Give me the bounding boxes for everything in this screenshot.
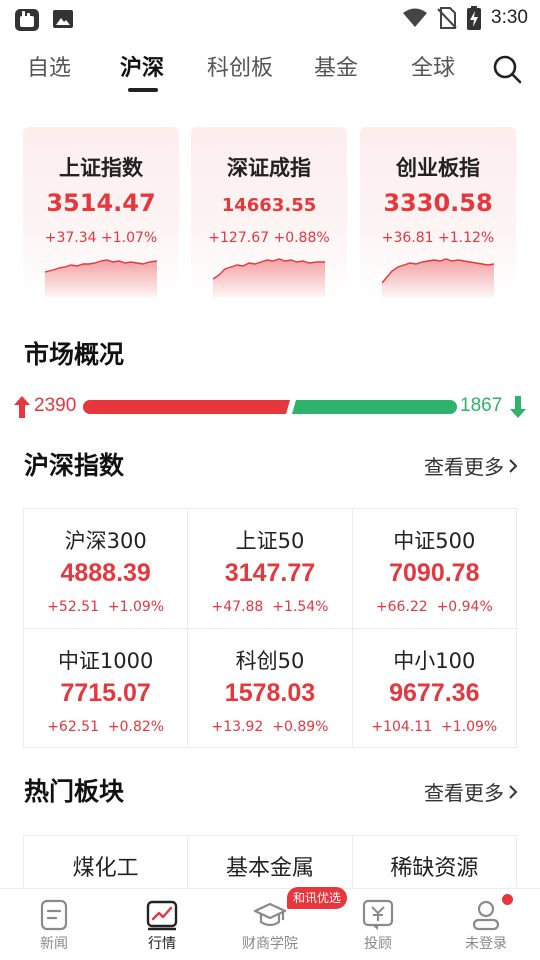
status-bar: 3:30	[0, 0, 540, 36]
graduation-cap-icon	[254, 902, 286, 927]
index-sparkline	[213, 258, 325, 297]
tab-watchlist[interactable]: 自选	[27, 50, 71, 82]
indices-grid: 沪深300 4888.39 +52.51 +1.09% 上证50 3147.77…	[23, 508, 517, 748]
index-card-szse[interactable]: 深证成指 14663.55 +127.67 +0.88%	[191, 127, 347, 297]
index-value: 4888.39	[60, 559, 151, 587]
indices-section-title: 沪深指数	[24, 451, 125, 480]
index-name: 沪深300	[64, 529, 147, 553]
index-change: +127.67 +0.88%	[208, 230, 330, 246]
sector-item[interactable]: 煤化工	[24, 836, 187, 895]
top-tab-bar: 自选 沪深 科创板 基金 全球	[0, 50, 540, 96]
nav-label: 投顾	[364, 936, 392, 952]
more-label: 查看更多	[424, 455, 504, 479]
advisor-yuan-icon	[362, 899, 394, 930]
index-change: +36.81 +1.12%	[381, 230, 495, 246]
index-value: 1578.03	[224, 679, 316, 707]
index-change: +37.34 +1.07%	[44, 230, 158, 246]
index-change: +62.51 +0.82%	[47, 719, 165, 735]
nav-news[interactable]: 新闻	[0, 889, 108, 960]
index-value: 14663.55	[221, 195, 317, 216]
index-name: 中证1000	[57, 649, 154, 673]
nav-label: 行情	[148, 936, 176, 952]
sectors-more-link[interactable]: 查看更多	[424, 777, 518, 806]
market-breadth-bar: 2390 1867	[0, 395, 540, 421]
index-name: 上证指数	[59, 156, 143, 180]
index-cell-star50[interactable]: 科创50 1578.03 +13.92 +0.89%	[187, 629, 351, 747]
index-card-sse[interactable]: 上证指数 3514.47 +37.34 +1.07%	[23, 127, 179, 297]
tab-shanghai-shenzhen[interactable]: 沪深	[120, 50, 164, 82]
index-name: 中证500	[393, 529, 476, 553]
market-chart-icon	[146, 900, 178, 931]
battery-charging-icon	[467, 6, 482, 30]
image-icon	[53, 10, 73, 28]
sectors-section-title: 热门板块	[24, 777, 125, 806]
chevron-right-icon	[509, 458, 518, 473]
nav-label: 未登录	[465, 936, 507, 952]
advancing-count: 2390	[34, 395, 77, 416]
search-icon[interactable]	[492, 54, 522, 84]
index-cell-csi300[interactable]: 沪深300 4888.39 +52.51 +1.09%	[24, 509, 187, 628]
index-name: 上证50	[235, 529, 305, 553]
tab-funds[interactable]: 基金	[314, 50, 358, 82]
nav-profile[interactable]: 未登录	[432, 889, 540, 960]
arrow-up-icon	[14, 396, 30, 418]
index-card-chinext[interactable]: 创业板指 3330.58 +36.81 +1.12%	[360, 127, 516, 297]
nav-market[interactable]: 行情	[108, 889, 216, 960]
nav-label: 新闻	[40, 936, 68, 952]
index-cell-sme100[interactable]: 中小100 9677.36 +104.11 +1.09%	[351, 629, 516, 747]
index-value: 3330.58	[383, 189, 493, 217]
index-name: 创业板指	[396, 156, 480, 180]
no-sim-icon	[437, 7, 457, 29]
nav-label: 财商学院	[242, 936, 298, 952]
index-change: +66.22 +0.94%	[375, 599, 493, 615]
wifi-icon	[403, 8, 428, 27]
index-value: 7715.07	[60, 679, 151, 707]
index-cell-csi1000[interactable]: 中证1000 7715.07 +62.51 +0.82%	[24, 629, 187, 747]
index-value: 3147.77	[224, 559, 316, 587]
index-change: +52.51 +1.09%	[47, 599, 165, 615]
status-time: 3:30	[491, 7, 528, 28]
arrow-down-icon	[510, 396, 526, 418]
index-cell-csi500[interactable]: 中证500 7090.78 +66.22 +0.94%	[351, 509, 516, 628]
notification-dot	[502, 894, 513, 905]
index-name: 中小100	[393, 649, 476, 673]
index-name: 深证成指	[227, 156, 311, 180]
promo-badge: 和讯优选	[287, 887, 348, 909]
sector-item[interactable]: 稀缺资源	[351, 836, 516, 895]
app-notification-icon	[15, 9, 39, 31]
index-sparkline	[382, 258, 494, 297]
tab-global[interactable]: 全球	[411, 50, 455, 82]
advancing-segment	[83, 400, 290, 414]
declining-segment	[292, 400, 457, 414]
index-sparkline	[45, 259, 157, 297]
index-value: 3514.47	[46, 189, 156, 217]
index-value: 9677.36	[389, 679, 480, 707]
indices-more-link[interactable]: 查看更多	[424, 451, 518, 480]
chevron-right-icon	[509, 784, 518, 799]
tab-star-market[interactable]: 科创板	[207, 50, 273, 82]
index-change: +13.92 +0.89%	[211, 719, 329, 735]
index-change: +104.11 +1.09%	[371, 719, 498, 735]
index-name: 科创50	[235, 649, 305, 673]
news-icon	[40, 899, 68, 931]
more-label: 查看更多	[424, 781, 504, 805]
sectors-row: 煤化工 基本金属 稀缺资源	[23, 835, 517, 895]
index-cell-sse50[interactable]: 上证50 3147.77 +47.88 +1.54%	[187, 509, 351, 628]
bottom-nav: 新闻 行情 财商学院 投顾 未登录	[0, 888, 540, 960]
declining-count: 1867	[460, 395, 503, 416]
market-overview-title: 市场概况	[24, 340, 125, 369]
active-tab-indicator	[128, 88, 158, 92]
user-icon	[472, 900, 500, 931]
index-value: 7090.78	[389, 559, 480, 587]
index-change: +47.88 +1.54%	[211, 599, 329, 615]
breadth-ratio-bar	[83, 400, 457, 414]
